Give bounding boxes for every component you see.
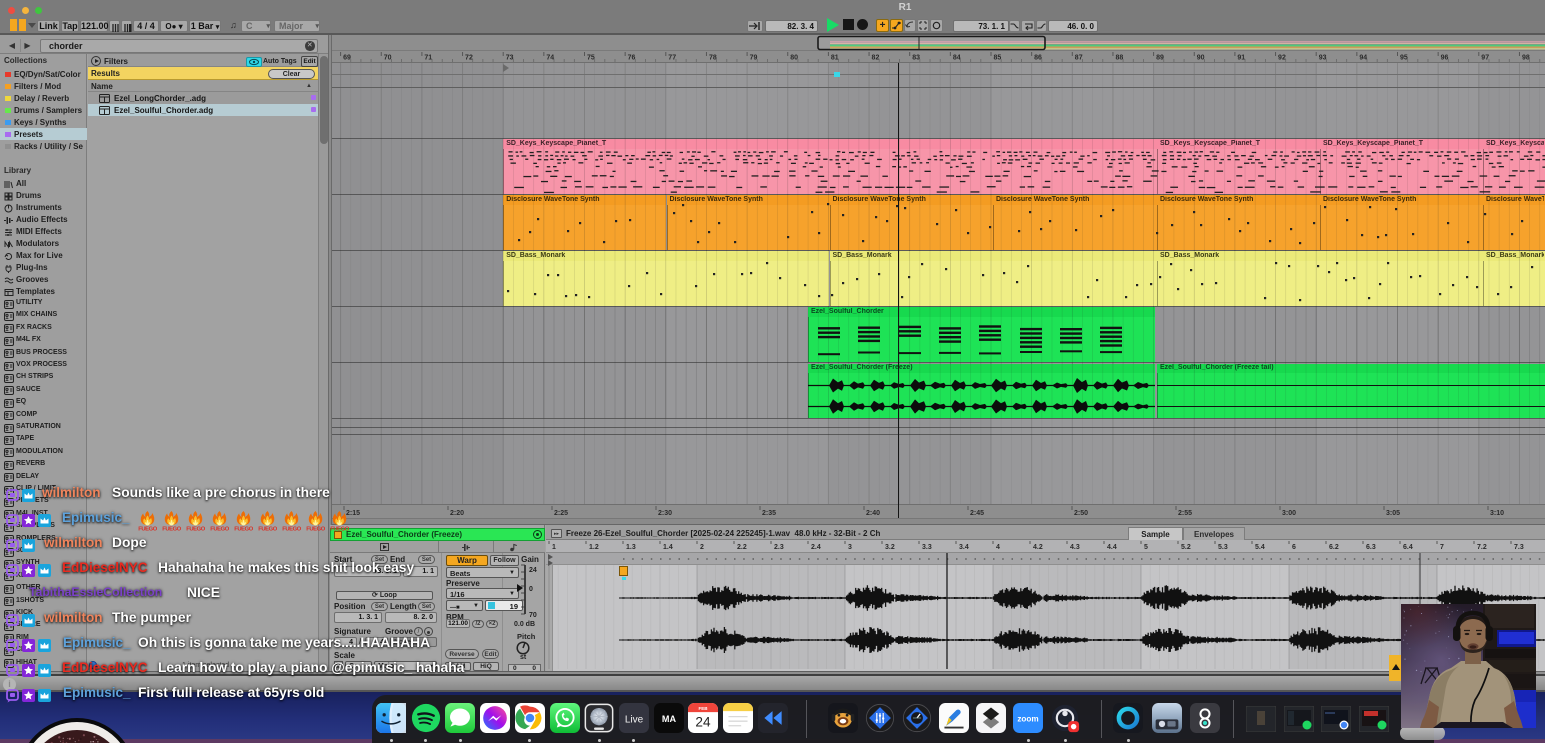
svg-text:zoom: zoom: [1017, 715, 1038, 724]
svg-text:3:00: 3:00: [1282, 510, 1296, 517]
svg-text:Live: Live: [625, 715, 644, 726]
svg-text:2:40: 2:40: [866, 510, 880, 517]
svg-text:st: st: [520, 654, 527, 661]
svg-text:0.0 dB: 0.0 dB: [514, 621, 535, 628]
svg-text:2:50: 2:50: [1074, 510, 1088, 517]
svg-text:70: 70: [529, 612, 537, 619]
svg-text:2:35: 2:35: [762, 510, 776, 517]
svg-text:3:05: 3:05: [1386, 510, 1400, 517]
svg-text:3:10: 3:10: [1490, 510, 1504, 517]
svg-text:2:30: 2:30: [658, 510, 672, 517]
svg-text:2:25: 2:25: [554, 510, 568, 517]
svg-text:2:20: 2:20: [450, 510, 464, 517]
svg-text:24: 24: [529, 567, 537, 574]
svg-text:24: 24: [696, 715, 712, 730]
svg-text:2:15: 2:15: [346, 510, 360, 517]
svg-text:MA: MA: [662, 714, 677, 724]
svg-text:2:55: 2:55: [1178, 510, 1192, 517]
svg-text:FEB: FEB: [699, 706, 709, 711]
svg-text:2:45: 2:45: [970, 510, 984, 517]
svg-text:Pitch: Pitch: [517, 632, 536, 641]
svg-text:0: 0: [529, 586, 533, 593]
